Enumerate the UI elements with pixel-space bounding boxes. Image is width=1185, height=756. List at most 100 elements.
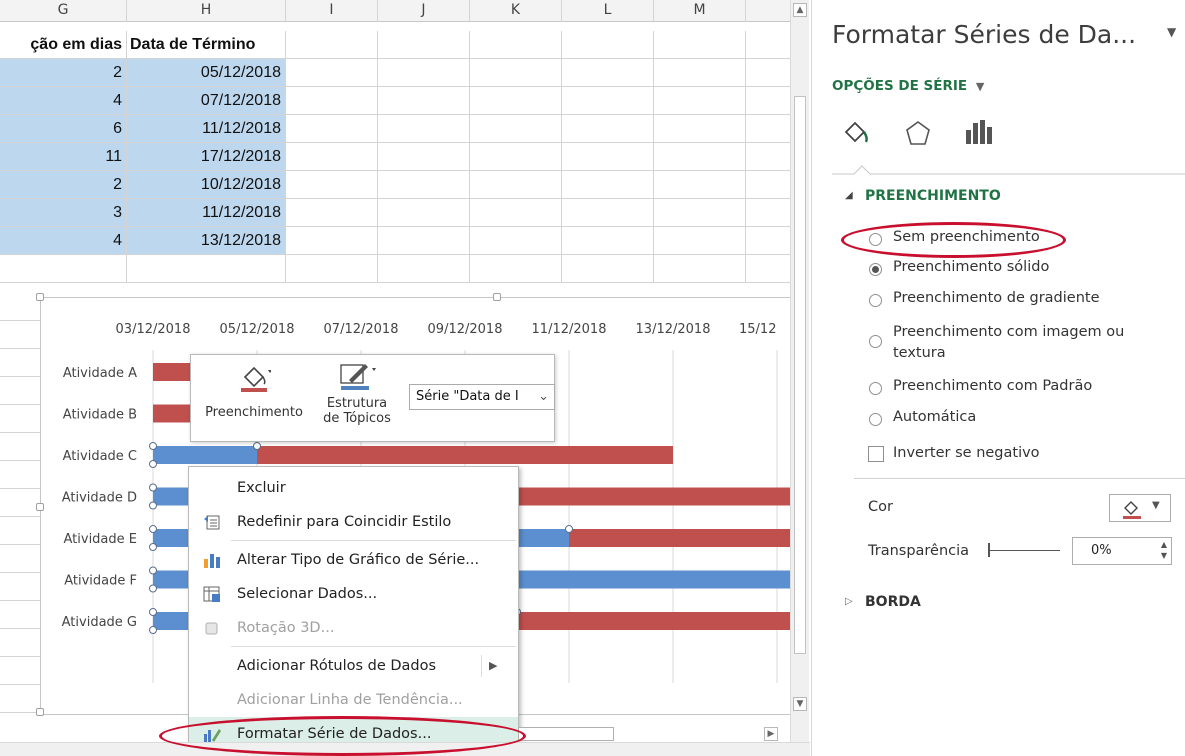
fill-section-header[interactable]: PREENCHIMENTO — [865, 188, 1001, 204]
table-cell-end-date[interactable]: 13/12/2018 — [127, 227, 286, 255]
empty-cell[interactable] — [470, 199, 562, 227]
empty-cell[interactable] — [470, 59, 562, 87]
table-cell-end-date[interactable]: 07/12/2018 — [127, 87, 286, 115]
empty-cell[interactable] — [286, 199, 378, 227]
empty-cell[interactable] — [746, 199, 792, 227]
empty-cell[interactable] — [654, 255, 746, 283]
pane-options-chevron-icon[interactable]: ▼ — [1167, 25, 1176, 39]
series-selection-handle[interactable] — [149, 608, 157, 616]
vertical-scrollbar[interactable]: ▲ ▼ — [790, 0, 809, 742]
table-cell-duration[interactable]: 2 — [0, 171, 127, 199]
empty-cell[interactable] — [378, 255, 470, 283]
chart-resize-handle[interactable] — [493, 293, 501, 301]
menu-item-delete[interactable]: Excluir — [189, 471, 518, 505]
gradient-fill-radio[interactable] — [869, 294, 882, 307]
horizontal-scrollbar[interactable]: ▶ — [0, 727, 810, 756]
empty-cell[interactable] — [378, 59, 470, 87]
empty-cell[interactable] — [562, 31, 654, 59]
chart-resize-handle[interactable] — [36, 708, 44, 716]
empty-cell[interactable] — [470, 143, 562, 171]
section-collapse-icon[interactable]: ◢ — [845, 190, 853, 201]
table-cell-duration[interactable]: 3 — [0, 199, 127, 227]
empty-cell[interactable] — [746, 227, 792, 255]
series-selection-handle[interactable] — [149, 626, 157, 634]
empty-cell[interactable] — [654, 199, 746, 227]
picture-fill-radio[interactable] — [869, 335, 882, 348]
empty-cell[interactable] — [378, 227, 470, 255]
chart-resize-handle[interactable] — [36, 503, 44, 511]
empty-cell[interactable] — [470, 87, 562, 115]
automatic-fill-radio[interactable] — [869, 413, 882, 426]
table-cell-duration[interactable]: 4 — [0, 87, 127, 115]
table-cell-duration[interactable]: 4 — [0, 227, 127, 255]
empty-cell[interactable] — [470, 171, 562, 199]
bar-start-date[interactable] — [153, 446, 257, 464]
column-header-j[interactable]: J — [378, 0, 470, 22]
empty-cell[interactable] — [654, 31, 746, 59]
vertical-scroll-thumb[interactable] — [794, 96, 806, 654]
column-header-n[interactable] — [746, 0, 792, 22]
table-cell-duration[interactable]: 11 — [0, 143, 127, 171]
empty-cell[interactable] — [286, 31, 378, 59]
column-header-h[interactable]: H — [127, 0, 286, 22]
no-fill-radio[interactable] — [869, 233, 882, 246]
empty-cell[interactable] — [378, 31, 470, 59]
empty-cell[interactable] — [378, 143, 470, 171]
series-options-dropdown[interactable]: OPÇÕES DE SÉRIE ▼ — [832, 78, 984, 94]
table-cell-end-date[interactable]: 11/12/2018 — [127, 199, 286, 227]
solid-fill-radio[interactable] — [869, 263, 882, 276]
empty-cell[interactable] — [562, 143, 654, 171]
empty-cell[interactable] — [746, 143, 792, 171]
empty-cell[interactable] — [378, 87, 470, 115]
empty-cell[interactable] — [746, 171, 792, 199]
color-picker-button[interactable]: ▼ — [1109, 494, 1171, 522]
effects-tab-icon[interactable] — [903, 118, 933, 148]
chart-resize-handle[interactable] — [36, 293, 44, 301]
empty-cell[interactable] — [746, 87, 792, 115]
fill-button[interactable]: Preenchimento — [199, 363, 309, 435]
transparency-spinner[interactable]: 0% ▲ ▼ — [1072, 537, 1172, 565]
menu-item-add-trendline[interactable]: Adicionar Linha de Tendência... — [189, 683, 518, 717]
series-selection-handle[interactable] — [149, 501, 157, 510]
horizontal-scroll-thumb[interactable] — [518, 727, 614, 741]
empty-cell[interactable] — [746, 59, 792, 87]
empty-cell[interactable] — [654, 115, 746, 143]
empty-cell[interactable] — [378, 171, 470, 199]
column-header-l[interactable]: L — [562, 0, 654, 22]
series-selection-handle[interactable] — [565, 525, 573, 533]
transparency-slider-track[interactable] — [990, 550, 1060, 551]
empty-cell[interactable] — [286, 171, 378, 199]
empty-cell[interactable] — [0, 255, 127, 283]
series-selection-handle[interactable] — [149, 442, 157, 450]
table-cell-duration[interactable]: 2 — [0, 59, 127, 87]
empty-cell[interactable] — [286, 59, 378, 87]
empty-cell[interactable] — [746, 31, 792, 59]
column-header-m[interactable]: M — [654, 0, 746, 22]
invert-if-negative-checkbox[interactable] — [868, 446, 884, 462]
empty-cell[interactable] — [286, 227, 378, 255]
pattern-fill-radio[interactable] — [869, 382, 882, 395]
empty-cell[interactable] — [654, 143, 746, 171]
empty-cell[interactable] — [470, 255, 562, 283]
series-selection-handle[interactable] — [149, 525, 157, 533]
empty-cell[interactable] — [470, 227, 562, 255]
empty-cell[interactable] — [654, 227, 746, 255]
series-selection-handle[interactable] — [149, 460, 157, 468]
empty-cell[interactable] — [470, 31, 562, 59]
empty-cell[interactable] — [654, 171, 746, 199]
table-cell-end-date[interactable]: 11/12/2018 — [127, 115, 286, 143]
empty-cell[interactable] — [562, 87, 654, 115]
scroll-up-icon[interactable]: ▲ — [793, 3, 807, 17]
series-selection-handle[interactable] — [149, 584, 157, 593]
scroll-down-icon[interactable]: ▼ — [793, 697, 807, 711]
series-options-tab-icon[interactable] — [964, 118, 994, 148]
empty-cell[interactable] — [654, 59, 746, 87]
series-selection-handle[interactable] — [149, 543, 157, 551]
table-cell-end-date[interactable]: 05/12/2018 — [127, 59, 286, 87]
series-selection-handle[interactable] — [149, 566, 157, 575]
column-header-i[interactable]: I — [286, 0, 378, 22]
empty-cell[interactable] — [378, 199, 470, 227]
empty-cell[interactable] — [127, 255, 286, 283]
menu-item-add-data-labels[interactable]: Adicionar Rótulos de Dados ▶ — [189, 649, 518, 683]
column-header-g[interactable]: G — [0, 0, 127, 22]
